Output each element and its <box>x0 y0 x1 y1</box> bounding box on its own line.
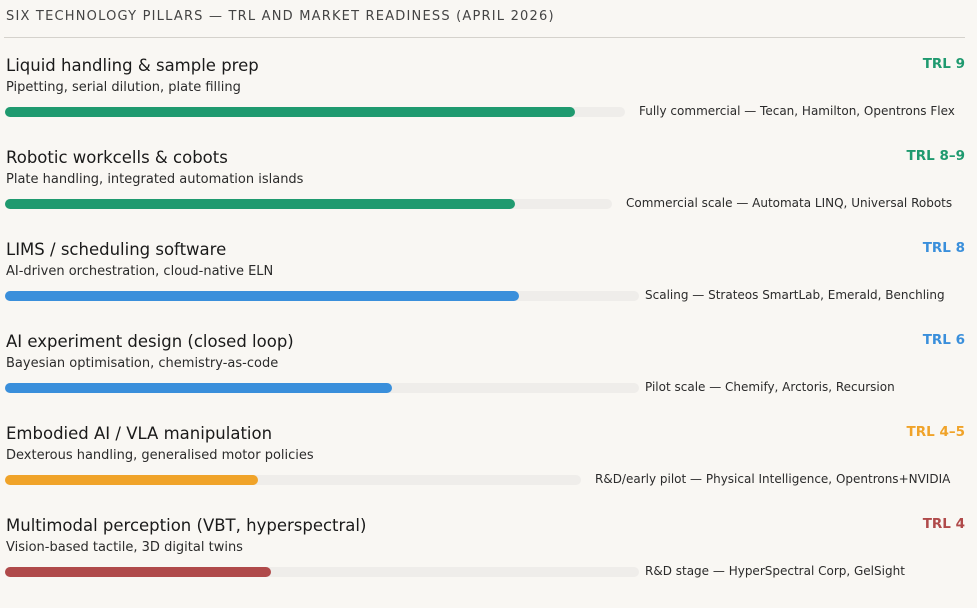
readiness-bar <box>5 199 515 209</box>
readiness-bar <box>5 383 392 393</box>
pillar-row: AI experiment design (closed loop) TRL 6 B… <box>0 332 977 424</box>
pillar-subtitle: Bayesian optimisation, chemistry-as-code <box>6 356 279 371</box>
readiness-bar <box>5 291 519 301</box>
readiness-bar <box>5 107 576 117</box>
market-status: Pilot scale — Chemify, Arctoris, Recursi… <box>645 380 895 394</box>
pillar-subtitle: AI-driven orchestration, cloud-native EL… <box>6 264 274 279</box>
pillar-row: Multimodal perception (VBT, hyperspectra… <box>0 516 977 608</box>
trl-label: TRL 8 <box>922 240 965 256</box>
readiness-track <box>5 107 625 117</box>
market-status: Commercial scale — Automata LINQ, Univer… <box>626 196 953 210</box>
readiness-bar <box>5 475 259 485</box>
pillar-title: Liquid handling & sample prep <box>6 56 259 75</box>
title-divider <box>4 37 965 38</box>
market-status: R&D/early pilot — Physical Intelligence,… <box>595 472 951 486</box>
pillar-title: Multimodal perception (VBT, hyperspectra… <box>6 516 367 535</box>
pillar-subtitle: Plate handling, integrated automation is… <box>6 172 304 187</box>
trl-label: TRL 6 <box>922 332 965 348</box>
pillar-row: Robotic workcells & cobots TRL 8–9 Plate h… <box>0 148 977 240</box>
trl-label: TRL 4–5 <box>906 424 965 440</box>
pillar-row: Liquid handling & sample prep TRL 9 Pipett… <box>0 56 977 148</box>
chart-title: SIX TECHNOLOGY PILLARS — TRL AND MARKET … <box>6 9 555 24</box>
market-status: R&D stage — HyperSpectral Corp, GelSight <box>645 564 905 578</box>
pillar-title: Embodied AI / VLA manipulation <box>6 424 273 443</box>
market-status: Scaling — Strateos SmartLab, Emerald, Be… <box>645 288 945 302</box>
pillar-row: LIMS / scheduling software TRL 8 AI-driven… <box>0 240 977 332</box>
trl-label: TRL 8–9 <box>906 148 965 164</box>
pillar-title: Robotic workcells & cobots <box>6 148 228 167</box>
pillar-subtitle: Vision-based tactile, 3D digital twins <box>6 540 243 555</box>
readiness-bar <box>5 567 272 577</box>
pillar-subtitle: Dexterous handling, generalised motor po… <box>6 448 314 463</box>
readiness-track <box>5 383 639 393</box>
readiness-track <box>5 475 581 485</box>
pillar-title: LIMS / scheduling software <box>6 240 227 259</box>
market-status: Fully commercial — Tecan, Hamilton, Open… <box>639 104 955 118</box>
pillar-subtitle: Pipetting, serial dilution, plate fillin… <box>6 80 241 95</box>
readiness-track <box>5 291 639 301</box>
trl-label: TRL 4 <box>922 516 965 532</box>
readiness-track <box>5 567 639 577</box>
pillar-row: Embodied AI / VLA manipulation TRL 4–5 Dex… <box>0 424 977 516</box>
pillar-title: AI experiment design (closed loop) <box>6 332 294 351</box>
trl-label: TRL 9 <box>922 56 965 72</box>
readiness-track <box>5 199 612 209</box>
